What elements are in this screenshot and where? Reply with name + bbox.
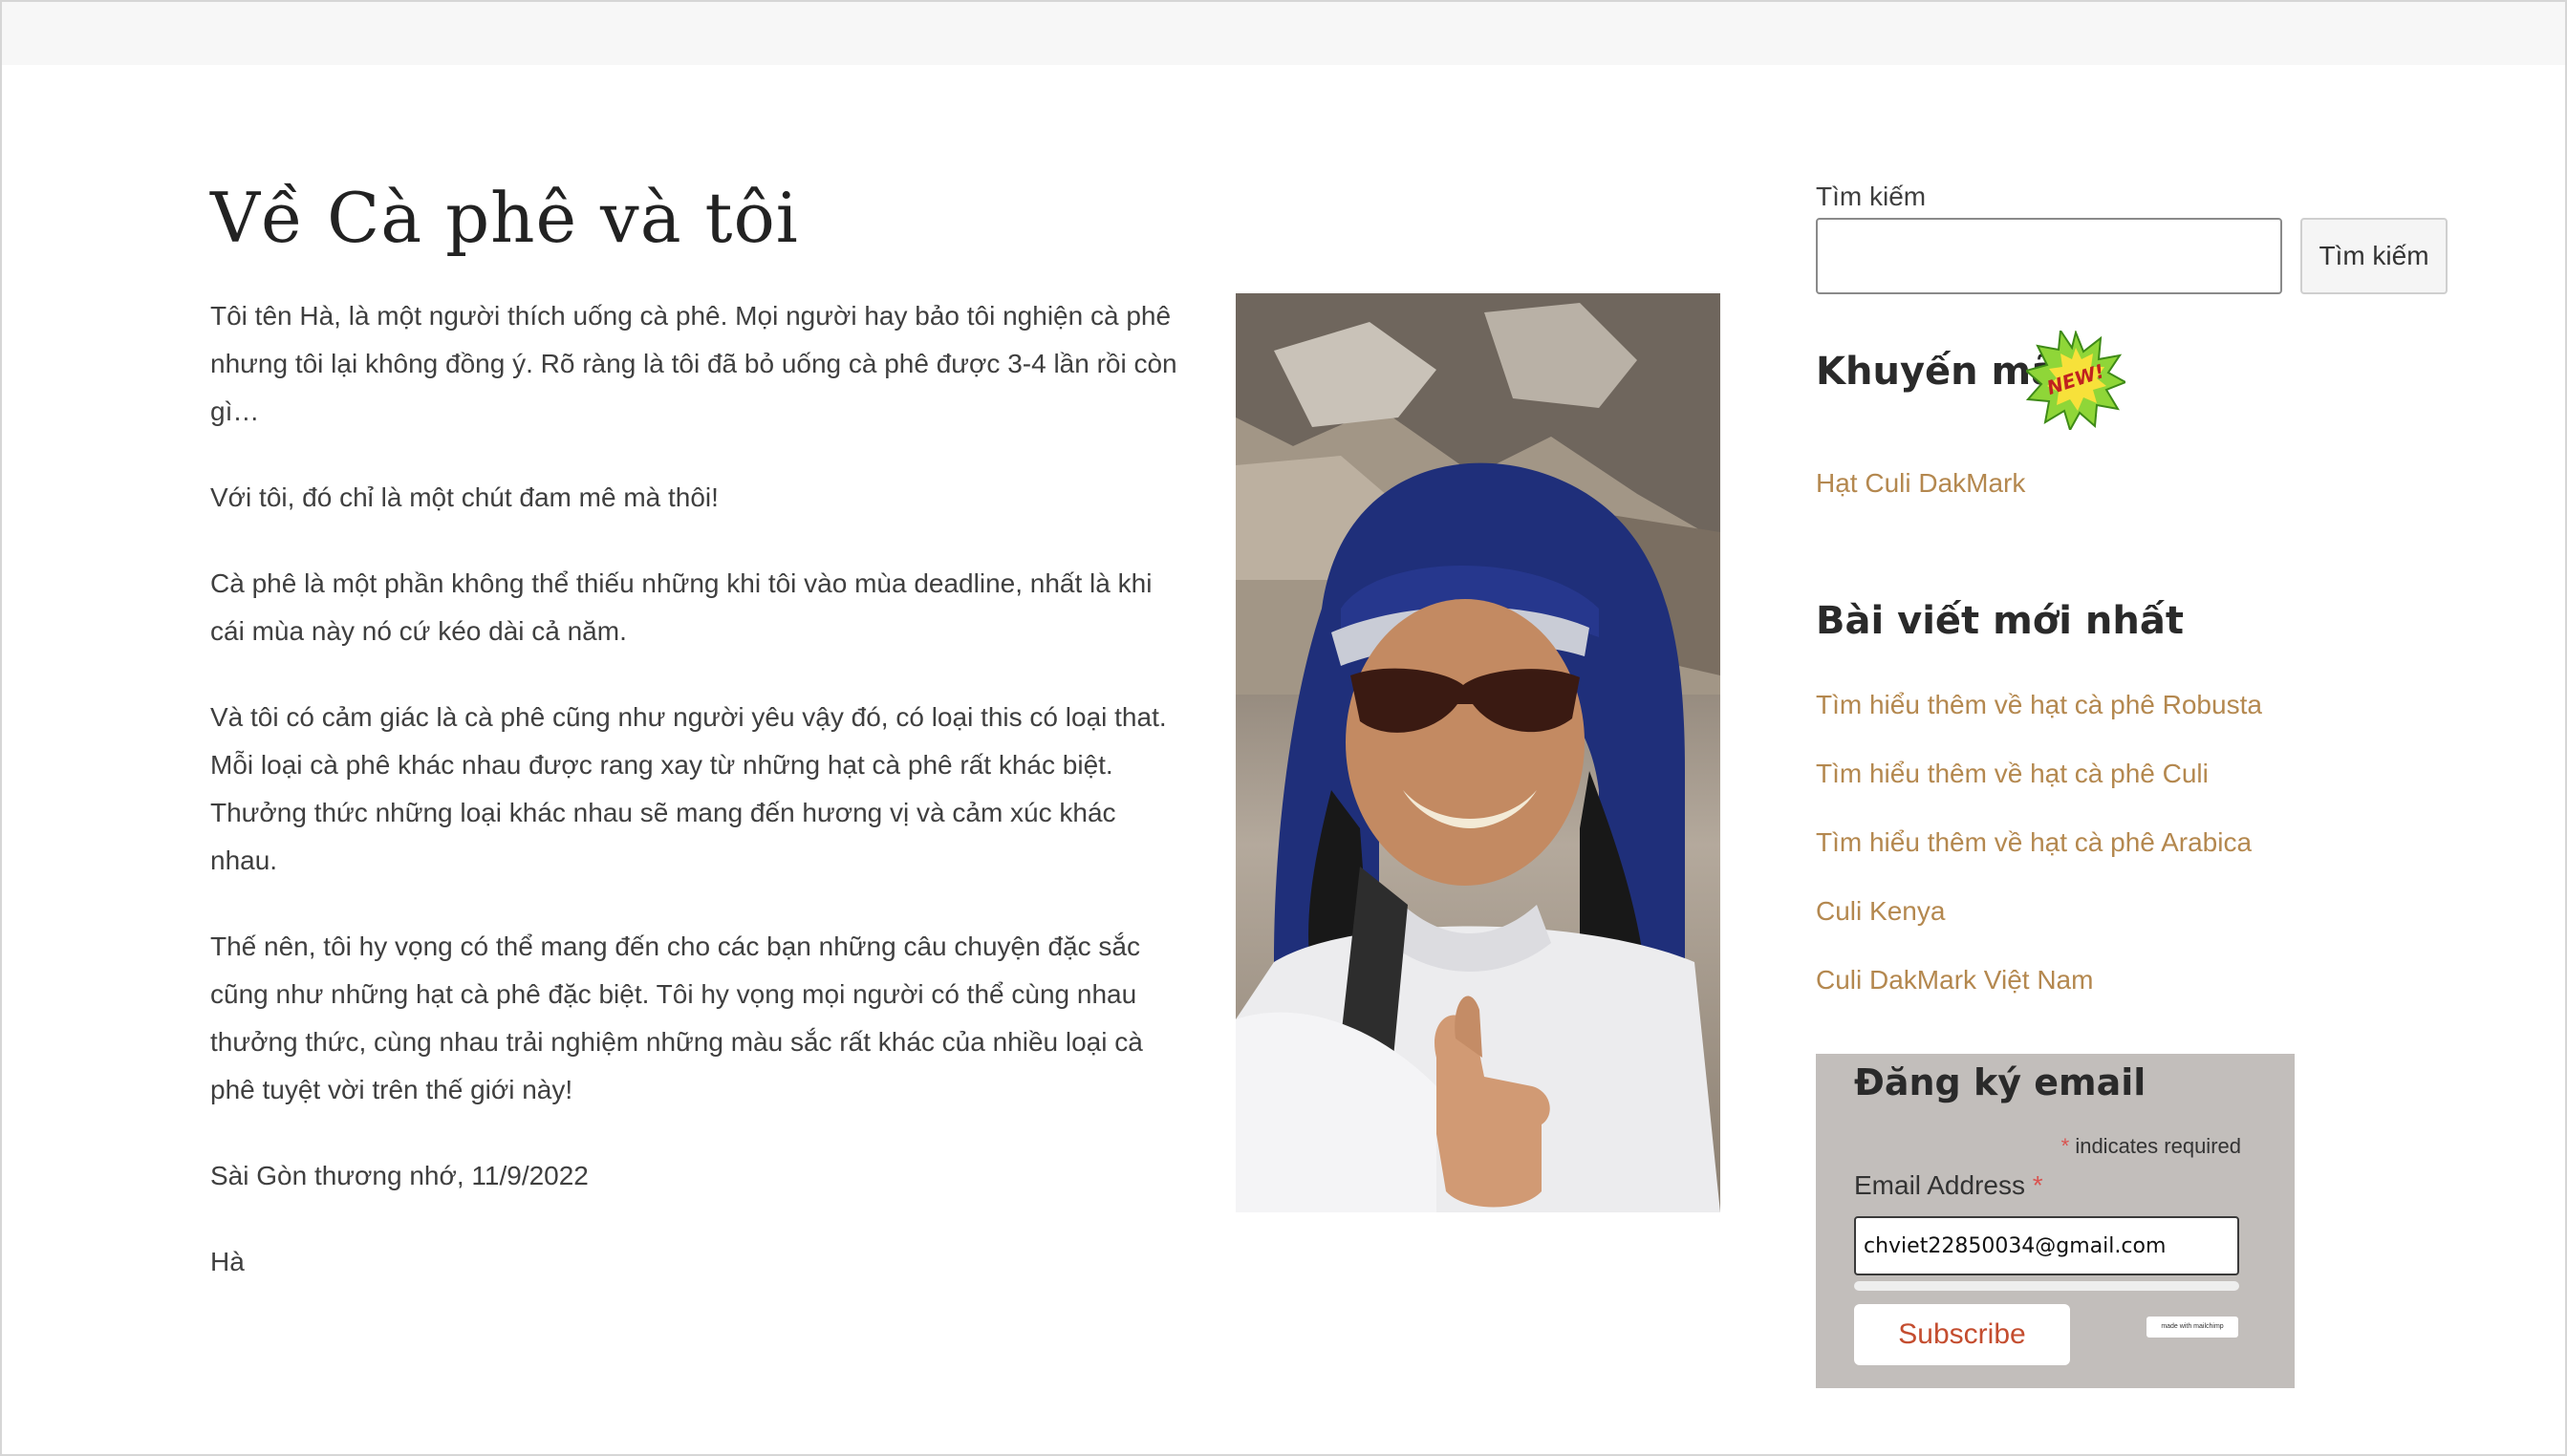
article-paragraph: Với tôi, đó chỉ là một chút đam mê mà th… <box>210 482 719 512</box>
signature-date: Sài Gòn thương nhớ, 11/9/2022 <box>210 1161 589 1190</box>
required-note: * indicates required <box>2061 1134 2241 1159</box>
search-input[interactable] <box>1816 218 2282 294</box>
email-required-asterisk: * <box>2032 1170 2043 1200</box>
form-scrollbar[interactable] <box>1854 1281 2239 1291</box>
article-paragraph: Thế nên, tôi hy vọng có thể mang đến cho… <box>210 931 1143 1104</box>
article-paragraph: Tôi tên Hà, là một người thích uống cà p… <box>210 301 1177 426</box>
search-label: Tìm kiếm <box>1816 182 1927 211</box>
recent-post-item: Culi DakMark Việt Nam <box>1816 961 2262 999</box>
signup-title: Đăng ký email <box>1854 1061 2146 1103</box>
recent-post-item: Tìm hiểu thêm về hạt cà phê Arabica <box>1816 824 2262 862</box>
new-starburst-icon: NEW! <box>2026 331 2125 430</box>
email-label-text: Email Address <box>1854 1170 2025 1200</box>
author-photo-illustration <box>1236 293 1720 1212</box>
required-asterisk: * <box>2060 1134 2070 1158</box>
article-paragraph: Cà phê là một phần không thể thiếu những… <box>210 568 1153 646</box>
recent-post-link[interactable]: Tìm hiểu thêm về hạt cà phê Culi <box>1816 755 2262 793</box>
recent-post-item: Tìm hiểu thêm về hạt cà phê Robusta <box>1816 686 2262 724</box>
mailchimp-badge[interactable]: made with mailchimp <box>2146 1317 2238 1338</box>
subscribe-button[interactable]: Subscribe <box>1854 1304 2070 1365</box>
top-bar <box>2 2 2565 65</box>
article-paragraph: Và tôi có cảm giác là cà phê cũng như ng… <box>210 702 1167 875</box>
page-title: Về Cà phê và tôi <box>210 178 799 258</box>
required-note-text: indicates required <box>2075 1134 2241 1158</box>
search-button[interactable]: Tìm kiếm <box>2300 218 2448 294</box>
recent-post-item: Culi Kenya <box>1816 892 2262 931</box>
recent-post-link[interactable]: Culi Kenya <box>1816 892 2262 931</box>
email-label: Email Address * <box>1854 1170 2043 1201</box>
email-signup-widget: Đăng ký email * indicates required Email… <box>1816 1054 2295 1388</box>
email-input[interactable] <box>1854 1216 2239 1275</box>
signature-name: Hà <box>210 1247 245 1276</box>
recent-post-link[interactable]: Culi DakMark Việt Nam <box>1816 961 2262 999</box>
article-content: Tôi tên Hà, là một người thích uống cà p… <box>210 292 1185 1324</box>
recent-posts-title: Bài viết mới nhất <box>1816 599 2184 643</box>
recent-post-item: Tìm hiểu thêm về hạt cà phê Culi <box>1816 755 2262 793</box>
recent-posts-list: Tìm hiểu thêm về hạt cà phê Robusta Tìm … <box>1816 686 2262 1030</box>
author-photo <box>1236 293 1720 1212</box>
recent-post-link[interactable]: Tìm hiểu thêm về hạt cà phê Robusta <box>1816 686 2262 724</box>
recent-post-link[interactable]: Tìm hiểu thêm về hạt cà phê Arabica <box>1816 824 2262 862</box>
promo-link[interactable]: Hạt Culi DakMark <box>1816 464 2025 503</box>
